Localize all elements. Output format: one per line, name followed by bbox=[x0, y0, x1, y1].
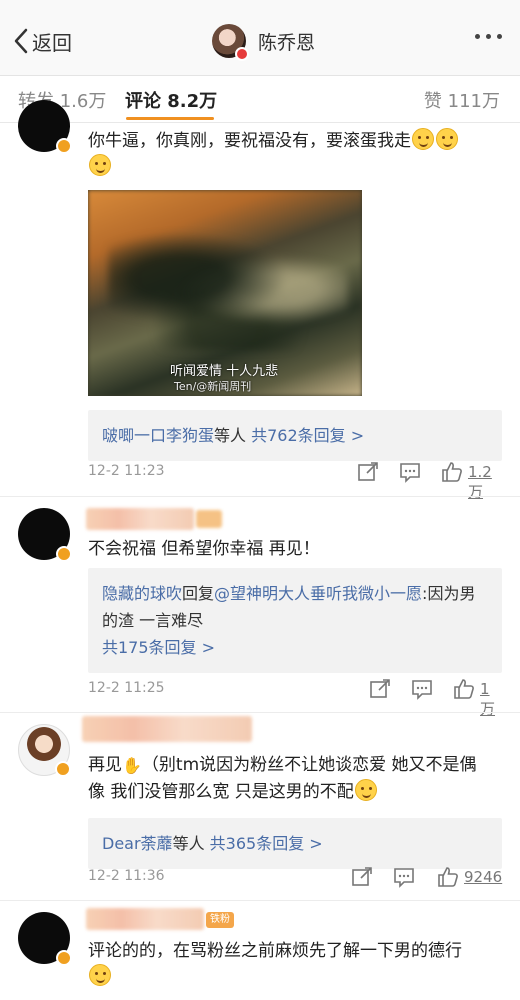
avatar[interactable] bbox=[18, 724, 71, 777]
fan-badge-redacted bbox=[196, 510, 222, 528]
gif-watermark: Ten/@新闻周刊 bbox=[174, 380, 252, 393]
comment-time: 12-2 11:25 bbox=[88, 680, 165, 696]
more-dots-icon[interactable] bbox=[475, 34, 502, 39]
reply-users-link[interactable]: 啵唧一口李狗蛋 bbox=[102, 426, 214, 445]
fan-badge: 铁粉 bbox=[206, 912, 234, 928]
like-count: 9246 bbox=[464, 868, 503, 886]
share-icon[interactable] bbox=[356, 460, 380, 484]
back-label: 返回 bbox=[32, 30, 72, 55]
tab-bar: 转发 1.6万 评论 8.2万 赞 111万 bbox=[0, 77, 520, 123]
verified-badge-icon bbox=[55, 761, 71, 777]
reply-summary[interactable]: 啵唧一口李狗蛋等人 共762条回复 > bbox=[88, 410, 502, 461]
thumbs-up-icon[interactable] bbox=[452, 677, 476, 701]
chevron-left-icon bbox=[14, 28, 28, 54]
divider bbox=[0, 900, 520, 901]
avatar[interactable] bbox=[18, 100, 72, 154]
comment-time: 12-2 11:36 bbox=[88, 868, 165, 884]
comment-time: 12-2 11:23 bbox=[88, 463, 165, 479]
nav-user[interactable]: 陈乔恩 bbox=[212, 24, 316, 61]
avatar[interactable] bbox=[212, 24, 249, 61]
username-redacted bbox=[82, 716, 252, 742]
comment-icon[interactable] bbox=[392, 865, 416, 889]
comment-icon[interactable] bbox=[410, 677, 434, 701]
share-icon[interactable] bbox=[368, 677, 392, 701]
reply-preview[interactable]: 隐藏的球吹回复@望神明大人垂听我微小一愿:因为男的渣 一言难尽 共175条回复 … bbox=[88, 568, 502, 673]
comment-meta: 12-2 11:36 9246 bbox=[88, 865, 502, 889]
divider bbox=[0, 712, 520, 713]
smile-emoji-icon bbox=[436, 128, 458, 150]
thumbs-up-icon[interactable] bbox=[436, 865, 460, 889]
like-count: 1万 bbox=[480, 680, 496, 718]
user-name: 陈乔恩 bbox=[258, 31, 316, 54]
verified-badge-icon bbox=[235, 47, 249, 61]
thumbs-up-icon[interactable] bbox=[440, 460, 464, 484]
reply-count-link[interactable]: 共365条回复 > bbox=[210, 834, 323, 853]
reply-target-link[interactable]: @望神明大人垂听我微小一愿 bbox=[214, 584, 422, 603]
comment-text: 评论的的，在骂粉丝之前麻烦先了解一下男的德行 bbox=[88, 938, 492, 990]
divider bbox=[0, 496, 520, 497]
reply-word: 回复 bbox=[182, 584, 215, 603]
comment-text: 不会祝福 但希望你幸福 再见！ bbox=[88, 539, 320, 559]
username-redacted bbox=[86, 908, 204, 930]
smile-emoji-icon bbox=[89, 964, 111, 986]
comment-meta: 12-2 11:25 1万 bbox=[88, 677, 502, 718]
reply-user-link[interactable]: 隐藏的球吹 bbox=[102, 584, 182, 603]
active-tab-indicator bbox=[126, 117, 214, 120]
verified-badge-icon bbox=[56, 546, 72, 562]
verified-badge-icon bbox=[56, 138, 72, 154]
reply-summary-suffix: 等人 bbox=[172, 834, 205, 853]
tab-likes[interactable]: 赞 111万 bbox=[424, 87, 500, 113]
username-redacted bbox=[86, 508, 194, 530]
back-button[interactable]: 返回 bbox=[12, 26, 72, 56]
smile-emoji-icon bbox=[354, 779, 377, 801]
comment-gif-image[interactable]: 听闻爱情 十人九悲 Ten/@新闻周刊 bbox=[88, 190, 362, 396]
reply-count-link[interactable]: 共762条回复 > bbox=[251, 426, 364, 445]
avatar[interactable] bbox=[18, 508, 72, 562]
smile-emoji-icon bbox=[89, 154, 111, 176]
comment-text: 你牛逼，你真刚，要祝福没有，要滚蛋我走 bbox=[88, 128, 492, 180]
comment-icon[interactable] bbox=[398, 460, 422, 484]
top-nav-bar: 返回 陈乔恩 bbox=[0, 0, 520, 76]
smile-emoji-icon bbox=[412, 128, 434, 150]
verified-badge-icon bbox=[56, 950, 72, 966]
wave-emoji-icon: ✋ bbox=[122, 756, 142, 775]
reply-summary-suffix: 等人 bbox=[214, 426, 247, 445]
comment-text: 再见✋（别tm说因为粉丝不让她谈恋爱 她又不是偶像 我们没管那么宽 只是这男的不… bbox=[88, 755, 477, 802]
comment-meta: 12-2 11:23 1.2万 bbox=[88, 460, 502, 501]
gif-caption: 听闻爱情 十人九悲 bbox=[170, 364, 279, 379]
share-icon[interactable] bbox=[350, 865, 374, 889]
reply-summary[interactable]: Dear荼蘼等人 共365条回复 > bbox=[88, 818, 502, 869]
reply-users-link[interactable]: Dear荼蘼 bbox=[102, 834, 173, 853]
reply-count-link[interactable]: 共175条回复 > bbox=[102, 638, 215, 657]
avatar[interactable] bbox=[18, 912, 72, 966]
